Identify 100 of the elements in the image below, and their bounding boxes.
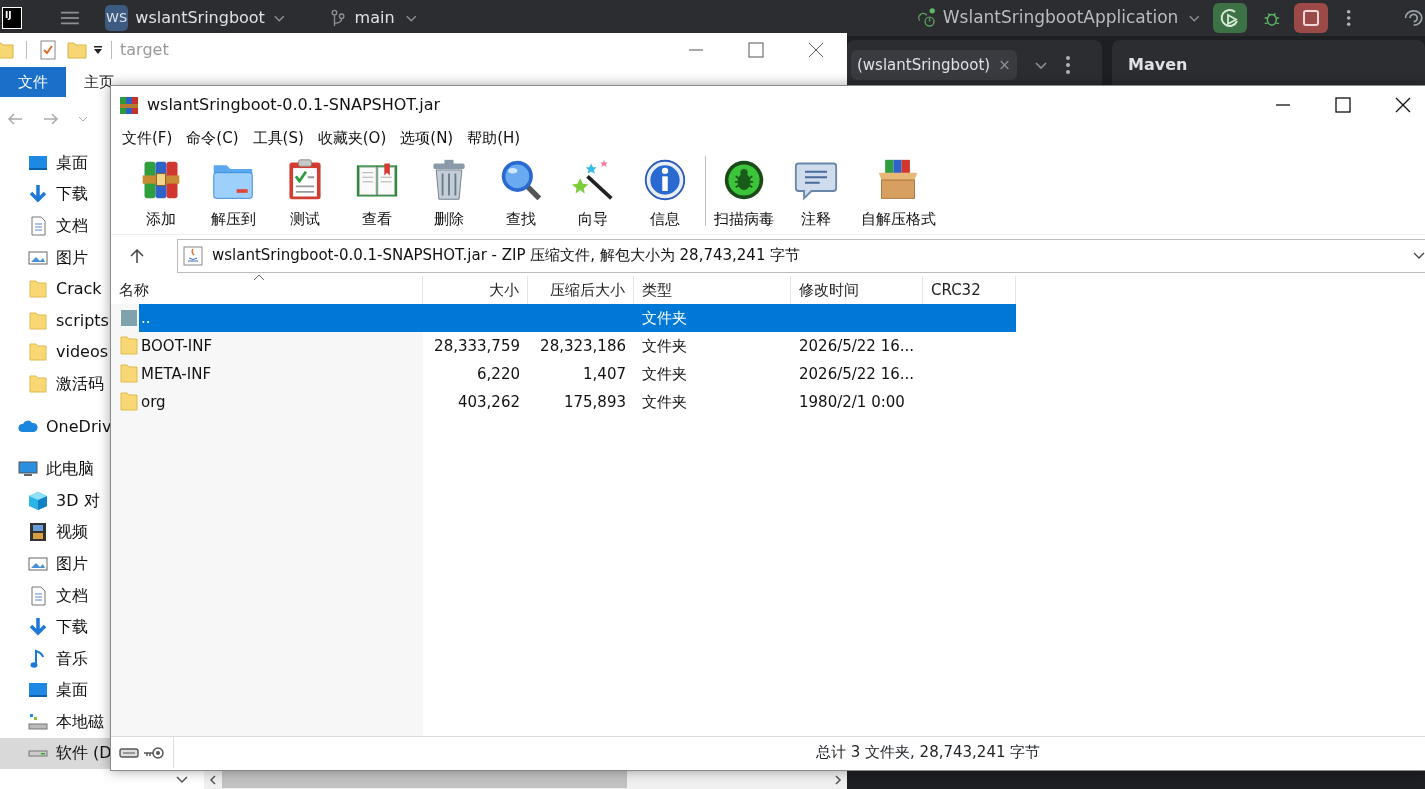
sidebar-item[interactable]: videos	[0, 336, 112, 369]
download-icon	[28, 617, 48, 638]
branch-name[interactable]: main	[354, 6, 395, 30]
toolbar-button[interactable]: 添加	[125, 152, 197, 233]
toolbar-button[interactable]: 自解压格式	[852, 152, 944, 233]
document-icon	[28, 585, 48, 606]
file-row[interactable]: org 403,262 175,893 文件夹 1980/2/1 0:00	[139, 388, 1016, 416]
sidebar-item[interactable]: 激活码	[0, 368, 112, 400]
maximize-icon[interactable]	[1334, 96, 1352, 114]
sidebar-item[interactable]: 软件 (D	[0, 737, 112, 770]
menu-item[interactable]: 文件(F)	[115, 126, 180, 150]
sidebar-item[interactable]: 3D 对	[0, 484, 112, 517]
table-cell-text: org	[140, 392, 167, 413]
more-icon[interactable]	[1346, 8, 1352, 28]
file-row[interactable]: META-INF 6,220 1,407 文件夹 2026/5/22 16...	[139, 360, 1016, 388]
sidebar-item[interactable]: 文档	[0, 579, 112, 612]
toolbar-button[interactable]: 向导	[557, 152, 629, 233]
info-icon	[643, 158, 687, 202]
menu-item[interactable]: 收藏夹(O)	[310, 126, 394, 150]
toolbar-button[interactable]: 测试	[269, 152, 341, 233]
properties-icon[interactable]	[39, 40, 57, 60]
file-row[interactable]: BOOT-INF 28,333,759 28,323,186 文件夹 2026/5/22 16...	[139, 332, 1016, 360]
sidebar-item[interactable]: 视频	[0, 516, 112, 549]
file-row[interactable]: .. 文件夹	[139, 304, 1016, 332]
sidebar-item[interactable]: 桌面	[0, 674, 112, 707]
panel-title: Maven	[1128, 54, 1188, 76]
close-icon[interactable]	[807, 41, 825, 59]
folder-icon	[119, 335, 139, 357]
bug-icon	[722, 158, 766, 202]
cube-icon	[28, 490, 48, 511]
archive-icon	[119, 95, 139, 115]
sidebar-item[interactable]: 下载	[0, 611, 112, 643]
sidebar-item[interactable]: 此电脑	[0, 453, 112, 485]
chevron-down-icon[interactable]	[1412, 250, 1425, 261]
toolbar-button[interactable]: 注释	[780, 152, 852, 233]
table-cell-text: ..	[140, 308, 152, 329]
menu-icon[interactable]	[60, 9, 81, 27]
toolbar-button[interactable]: 删除	[413, 152, 485, 233]
toolbar-button[interactable]: 解压到	[197, 152, 269, 233]
folder-icon	[28, 310, 48, 331]
sidebar-item[interactable]: 桌面	[0, 147, 112, 179]
toolbar-button[interactable]: 信息	[629, 152, 701, 233]
sidebar-item[interactable]: Crack	[0, 273, 112, 305]
sidebar-item[interactable]: 下载	[0, 178, 112, 211]
menu-item[interactable]: 选项(N)	[393, 126, 461, 150]
table-cell-text: 2026/5/22 16...	[798, 336, 916, 357]
toolbar-button[interactable]: 查找	[485, 152, 557, 233]
dropdown-icon[interactable]	[93, 45, 103, 55]
sidebar-item[interactable]: 图片	[0, 548, 112, 580]
status-text: 总计 3 文件夹, 28,743,241 字节	[816, 742, 1041, 764]
table-cell-text: 403,262	[456, 392, 521, 413]
jar-file-icon	[182, 244, 204, 267]
run-config-icon[interactable]	[917, 7, 937, 29]
table-cell-text: BOOT-INF	[140, 336, 214, 357]
address-field[interactable]: wslantSringboot-0.0.1-SNAPSHOT.jar - ZIP 压缩文件, 解包大小为 28,743,241 字节	[177, 238, 1425, 273]
sidebar-item[interactable]: OneDriv	[0, 410, 112, 443]
stop-button[interactable]	[1293, 3, 1329, 33]
folder-icon	[119, 391, 139, 413]
parent-folder-icon	[119, 307, 139, 329]
menu-item[interactable]: 命令(C)	[179, 126, 246, 150]
more-icon[interactable]	[1064, 55, 1071, 75]
table-cell-text: 文件夹	[641, 392, 688, 413]
table-cell-text: 文件夹	[641, 364, 688, 385]
magnifier-icon	[499, 158, 543, 202]
chevron-down-icon[interactable]	[175, 774, 189, 785]
branch-icon[interactable]	[330, 8, 347, 28]
rerun-button[interactable]	[1212, 3, 1248, 33]
sidebar-item[interactable]: scripts	[0, 304, 112, 337]
folder-icon	[28, 342, 48, 363]
up-arrow-icon[interactable]	[129, 247, 145, 264]
toolbar-button[interactable]: 扫描病毒	[708, 152, 780, 233]
project-badge: WS	[105, 5, 129, 31]
drive-icon	[28, 750, 48, 757]
sidebar-item[interactable]: 音乐	[0, 642, 112, 675]
table-cell-text: 28,333,759	[433, 336, 521, 357]
close-icon[interactable]	[1394, 96, 1412, 114]
menu-item[interactable]: 帮助(H)	[460, 126, 528, 150]
folder-icon	[28, 373, 48, 394]
run-configuration[interactable]: WslantSringbootApplication	[942, 5, 1179, 31]
editor-tab[interactable]: (wslantSringboot) ×	[851, 49, 1017, 81]
sort-caret-icon	[253, 274, 265, 281]
table-cell-text: 1,407	[582, 364, 627, 385]
menu-item[interactable]: 工具(S)	[245, 126, 311, 150]
scrollbar-thumb[interactable]	[222, 771, 627, 788]
window-title: target	[120, 39, 169, 61]
table-cell-text: META-INF	[140, 364, 213, 385]
folder-icon	[119, 363, 139, 385]
sidebar-item[interactable]: 文档	[0, 210, 112, 242]
table-cell-text: 175,893	[562, 392, 627, 413]
box-icon	[876, 158, 920, 202]
key-icon	[143, 745, 165, 760]
wand-icon	[571, 158, 615, 202]
close-button[interactable]: ×	[998, 53, 1011, 77]
chevron-down-icon[interactable]	[1032, 59, 1049, 71]
table-cell-text: 6,220	[476, 364, 521, 385]
ribbon-tab[interactable]: 文件	[0, 67, 66, 97]
sidebar-item[interactable]: 本地磁	[0, 706, 112, 738]
sidebar-item[interactable]: 图片	[0, 241, 112, 274]
toolbar-button[interactable]: 查看	[341, 152, 413, 233]
project-name[interactable]: wslantSringboot	[135, 6, 265, 30]
